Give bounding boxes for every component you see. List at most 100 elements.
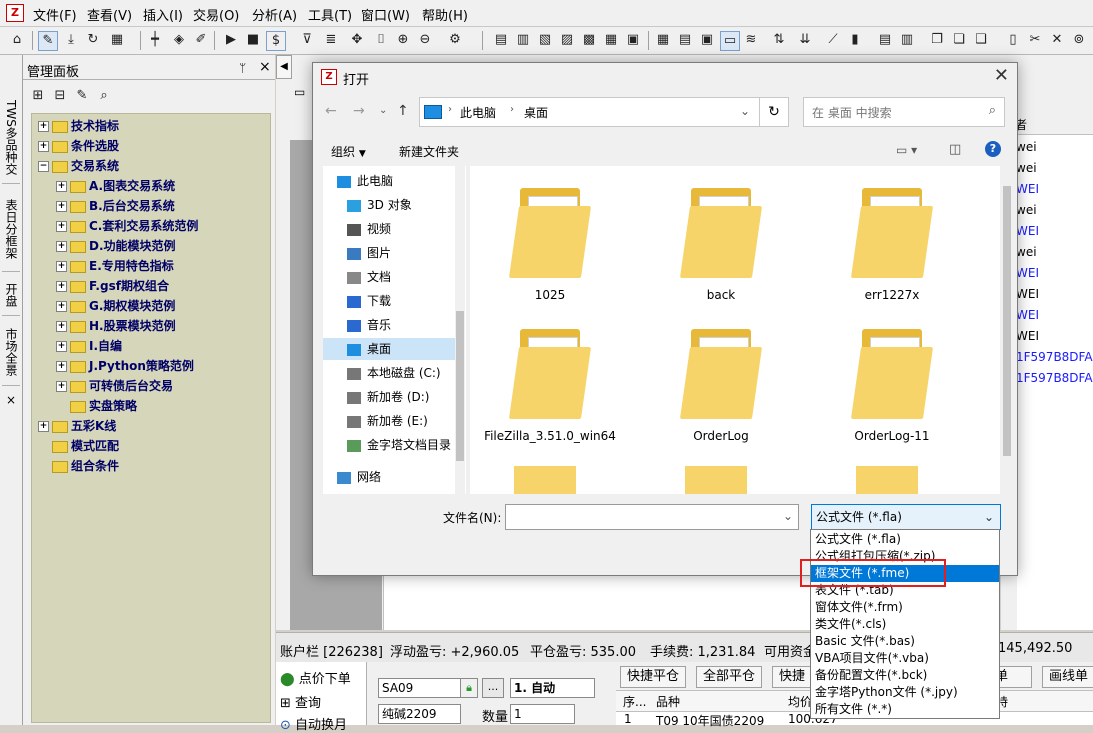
tree-node[interactable]: + F.gsf期权组合 (56, 277, 169, 295)
folder-item[interactable]: err1227x (817, 184, 967, 303)
breadcrumb-this-pc[interactable]: 此电脑 (460, 104, 496, 121)
filename-input[interactable] (505, 504, 799, 530)
tree-node[interactable]: + I.自编 (56, 337, 122, 355)
tree-node[interactable]: + 五彩K线 (38, 417, 116, 435)
expand-icon[interactable]: + (56, 381, 67, 392)
calc-icon[interactable]: ▤ (876, 31, 894, 49)
view-options-icon[interactable]: ▭ ▾ (896, 143, 917, 157)
forward-arrow-icon[interactable]: → (353, 103, 365, 119)
nav-item[interactable]: 新加卷 (E:) (347, 410, 428, 432)
dollar-icon[interactable]: $ (266, 31, 286, 51)
lock-icon[interactable]: 🔒︎ (460, 678, 478, 698)
expand-icon[interactable]: + (56, 241, 67, 252)
collapse-icon[interactable]: − (38, 161, 49, 172)
download-icon[interactable]: ⤓ (62, 31, 80, 49)
clone-icon[interactable]: ❑ (972, 31, 990, 49)
filetype-option[interactable]: 金字塔Python文件 (*.jpy) (815, 684, 995, 701)
nav-item[interactable]: 桌面 (323, 338, 455, 360)
window-icon[interactable]: ▭ (720, 31, 740, 51)
content-scrollbar[interactable] (1001, 166, 1013, 494)
nav-item[interactable]: 图片 (347, 242, 391, 264)
tree-node[interactable]: + 条件选股 (38, 137, 119, 155)
folder-icon[interactable] (685, 466, 747, 494)
paste-icon[interactable]: ❏ (950, 31, 968, 49)
line-chart-icon[interactable]: ⟋ (824, 31, 842, 49)
breadcrumb-desktop[interactable]: 桌面 (524, 104, 548, 121)
nav-scrollbar-thumb[interactable] (456, 311, 464, 461)
list-icon[interactable]: ≣ (322, 31, 340, 49)
content-scrollbar-thumb[interactable] (1003, 186, 1011, 456)
expand-icon[interactable]: + (38, 121, 49, 132)
contract-code-input[interactable]: SA09 (378, 678, 461, 698)
grid-icon[interactable]: ▦ (108, 31, 126, 49)
copy-icon[interactable]: ❐ (928, 31, 946, 49)
close-all-button[interactable]: 全部平仓 (696, 666, 763, 688)
tree-node[interactable]: − 交易系统 (38, 157, 119, 175)
zoom-out-icon[interactable]: ⊖ (416, 31, 434, 49)
nav-item[interactable]: 网络 (337, 466, 381, 488)
tree-node[interactable]: + A.图表交易系统 (56, 177, 175, 195)
filetype-select[interactable]: 公式文件 (*.fla) ⌄ (811, 504, 1001, 530)
vtab-framework[interactable]: 表日分框架 (2, 187, 20, 272)
sort-down-icon[interactable]: ⇊ (796, 31, 814, 49)
organize-menu[interactable]: 组织 ▼ (331, 143, 366, 160)
layers-icon[interactable]: ≋ (742, 31, 760, 49)
tree-node[interactable]: + G.期权模块范例 (56, 297, 175, 315)
filetype-option[interactable]: VBA项目文件(*.vba) (815, 650, 995, 667)
expand-icon[interactable]: + (56, 281, 67, 292)
chart-f-icon[interactable]: ▦ (602, 31, 620, 49)
expand-icon[interactable]: + (38, 421, 49, 432)
nav-item[interactable]: 音乐 (347, 314, 391, 336)
edit-icon[interactable]: ✐ (192, 31, 210, 49)
new-folder-icon[interactable]: ⊟ (51, 87, 69, 105)
menu-trade[interactable]: 交易(O) (193, 5, 239, 24)
new-folder-button[interactable]: 新建文件夹 (399, 143, 459, 160)
quantity-input[interactable]: 1 (510, 704, 575, 724)
tree-node[interactable]: + 可转债后台交易 (56, 377, 173, 395)
tree-node[interactable]: + J.Python策略范例 (56, 357, 194, 375)
menu-insert[interactable]: 插入(I) (143, 5, 183, 24)
chart-d-icon[interactable]: ▨ (558, 31, 576, 49)
folder-item[interactable]: 1025 (475, 184, 625, 303)
home-icon[interactable]: ⌂ (8, 31, 26, 49)
bar-chart-icon[interactable]: ▮ (846, 31, 864, 49)
expand-icon[interactable]: + (56, 181, 67, 192)
auto-roll-item[interactable]: ⊙ 自动换月 (280, 714, 347, 733)
expand-icon[interactable]: + (56, 301, 67, 312)
search-box[interactable]: 在 桌面 中搜索 ⌕ (803, 97, 1005, 127)
toolbar-doc-icon[interactable]: ▭ (294, 85, 314, 105)
nav-item[interactable]: 新加卷 (D:) (347, 386, 429, 408)
help-icon[interactable]: ? (985, 141, 1001, 157)
folder-item[interactable]: back (646, 184, 796, 303)
menu-file[interactable]: 文件(F) (33, 5, 77, 24)
filter-icon[interactable]: ⊽ (298, 31, 316, 49)
refresh-icon[interactable]: ↻ (84, 31, 102, 49)
vtab-tws[interactable]: TWS多品种交 (2, 91, 20, 184)
up-arrow-icon[interactable]: ↑ (397, 103, 409, 119)
nav-item[interactable]: 此电脑 (337, 170, 393, 192)
zoom-in-icon[interactable]: ⊕ (394, 31, 412, 49)
filetype-option[interactable]: Basic 文件(*.bas) (815, 633, 995, 650)
nav-scrollbar[interactable] (455, 166, 465, 494)
nav-item[interactable]: 3D 对象 (347, 194, 412, 216)
tree-node[interactable]: + C.套利交易系统范例 (56, 217, 198, 235)
stop-icon[interactable]: ■ (244, 31, 262, 49)
chart-a-icon[interactable]: ▤ (492, 31, 510, 49)
price-order-item[interactable]: ⬤ 点价下单 (280, 668, 351, 687)
chart-c-icon[interactable]: ▧ (536, 31, 554, 49)
column-icon[interactable]: ⌷ (372, 31, 390, 49)
expand-icon[interactable]: + (38, 141, 49, 152)
vtab-open[interactable]: 开盘 (2, 275, 20, 316)
query-item[interactable]: ⊞ 查询 (280, 692, 321, 711)
folder-item[interactable]: OrderLog-11 (817, 325, 967, 444)
calendar-icon[interactable]: ▥ (898, 31, 916, 49)
table-icon[interactable]: ▦ (654, 31, 672, 49)
vtab-market[interactable]: 市场全景 (2, 319, 20, 386)
cut-icon[interactable]: ✂ (1026, 31, 1044, 49)
address-bar[interactable]: › 此电脑 › 桌面 ⌄ (419, 97, 761, 127)
chart-e-icon[interactable]: ▩ (580, 31, 598, 49)
new-item-icon[interactable]: ⊞ (29, 87, 47, 105)
refresh-button[interactable]: ↻ (759, 97, 789, 127)
scroll-left-icon[interactable]: ◀ (276, 55, 292, 79)
preview-pane-icon[interactable]: ◫ (949, 142, 961, 157)
